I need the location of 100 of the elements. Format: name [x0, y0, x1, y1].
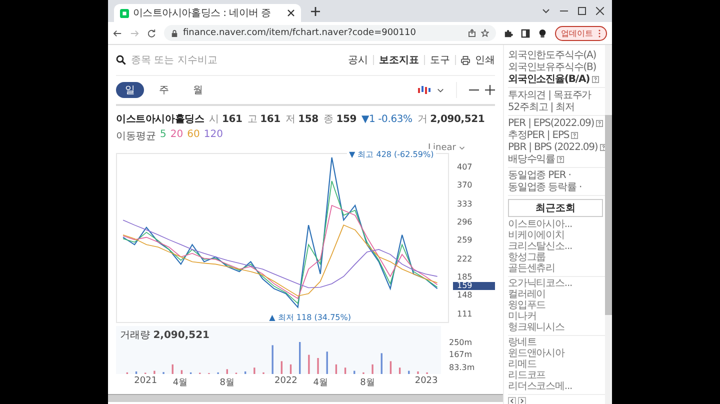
lock-icon [171, 30, 178, 36]
y-axis-label: 167m [449, 350, 474, 360]
favicon-icon [120, 8, 129, 18]
chevron-down-icon[interactable] [542, 7, 550, 15]
sidebar-item[interactable]: 추정PER | EPS [508, 128, 570, 142]
printer-icon[interactable] [461, 56, 470, 64]
recent-stock-link[interactable]: 오가닉티코스... [508, 278, 605, 289]
sidebar-item[interactable]: 투자의견 | 목표주가 [508, 88, 592, 102]
recent-stock-link[interactable]: 골든센츄리 [508, 263, 605, 274]
help-icon[interactable] [557, 156, 564, 162]
sidebar-item[interactable]: 52주최고 | 최저 [508, 100, 574, 114]
quote-field: 저 158 [285, 112, 318, 126]
candlestick-icon[interactable] [417, 85, 431, 95]
share-icon[interactable] [468, 29, 476, 37]
recent-stock-link[interactable]: 이스트아시아... [508, 219, 605, 230]
quote-field: 거 2,090,521 [417, 112, 485, 126]
sidebar-item[interactable]: 동일업종 등락률 · [508, 180, 582, 194]
recent-stock-link[interactable]: 랑네트 [508, 337, 605, 348]
x-axis-label: 2023 [414, 376, 438, 386]
moving-average-period[interactable]: 120 [204, 129, 223, 143]
recent-stock-link[interactable]: 리더스코스메... [508, 381, 605, 392]
recent-stock-link[interactable]: 미나커 [508, 311, 605, 322]
recent-stock-link[interactable]: 크리스탈신소... [508, 241, 605, 252]
toolbar-link[interactable]: 공시 [348, 53, 368, 67]
puzzle-icon[interactable] [504, 28, 513, 38]
recent-stock-link[interactable]: 리드코프 [508, 370, 605, 381]
high-price-annotation: ▼ 최고 428 (-62.59%) [347, 149, 436, 160]
zoom-in-icon[interactable] [485, 85, 495, 95]
y-axis-label: 259 [457, 236, 472, 245]
y-axis-label: 250m [449, 338, 474, 347]
sidebar-item[interactable]: PBR | BPS (2022.09) [508, 142, 598, 152]
y-axis-label: 185 [457, 272, 472, 282]
x-axis-label: 8월 [220, 377, 234, 389]
tab-title: 이스트아시아홀딩스 : 네이버 증 [133, 7, 272, 20]
recent-stock-link[interactable]: 컬러레이 [508, 289, 605, 300]
y-axis-label: 296 [457, 217, 472, 226]
help-icon[interactable] [596, 120, 604, 126]
period-tab[interactable]: 월 [184, 82, 212, 98]
recent-stock-link[interactable]: 리메드 [508, 359, 605, 370]
update-button[interactable]: 업데이트 [555, 26, 607, 40]
recent-stock-link[interactable]: 윙입푸드 [508, 300, 605, 311]
y-axis-label: 370 [457, 180, 472, 190]
caret-icon[interactable] [459, 145, 465, 151]
back-arrow-icon[interactable] [113, 28, 122, 38]
help-icon[interactable] [592, 76, 599, 82]
close-icon[interactable] [287, 9, 295, 17]
toolbar-link[interactable]: 인쇄 [475, 53, 495, 67]
sidebar-item[interactable]: 외국인보유주식수(B) [508, 60, 596, 74]
close-icon[interactable] [596, 7, 604, 15]
y-axis-label: 83.3m [449, 363, 476, 372]
recent-stock-link[interactable]: 항성그룹 [508, 252, 605, 263]
caret-icon[interactable] [437, 86, 444, 94]
sidebar-item[interactable]: 외국인한도주식수(A) [508, 48, 596, 62]
y-axis-label: 333 [457, 199, 472, 208]
x-axis-label: 4월 [172, 377, 188, 389]
period-tab[interactable]: 일 [116, 82, 144, 98]
x-axis-label: 8월 [360, 377, 375, 389]
star-icon[interactable] [481, 29, 489, 37]
toolbar-link[interactable]: 보조지표 [379, 53, 419, 67]
address-field[interactable]: finance.naver.com/item/fchart.naver?code=900110 [164, 25, 496, 41]
vertical-scrollbar[interactable] [605, 45, 612, 404]
horizontal-scrollbar[interactable] [108, 394, 503, 402]
price-change: ▼1 -0.63% [362, 114, 412, 125]
x-axis-label: 2022 [274, 376, 298, 386]
y-axis-label: 111 [457, 309, 472, 318]
y-axis-label: 222 [457, 254, 472, 264]
x-axis-label: 4월 [313, 377, 328, 389]
current-price-tag: 159 [453, 282, 495, 290]
browser-tab[interactable]: 이스트아시아홀딩스 : 네이버 증 [114, 4, 301, 22]
search-icon [116, 55, 126, 65]
low-price-annotation: ▲ 최저 118 (34.75%) [269, 312, 351, 323]
toolbar-link[interactable]: 도구 [430, 53, 450, 67]
period-tab[interactable]: 주 [150, 82, 178, 98]
next-page-icon[interactable] [518, 397, 526, 404]
help-icon[interactable] [571, 132, 578, 138]
volume-label: 거래량 2,090,521 [120, 329, 210, 342]
recent-stock-link[interactable]: 비케이에이치 [508, 230, 605, 241]
recent-stock-link[interactable]: 헝크웨니시스 [508, 322, 605, 333]
moving-average-period[interactable]: 20 [170, 129, 184, 143]
sidebar-item[interactable]: PER | EPS(2022.09) [508, 118, 594, 128]
y-axis-label: 148 [457, 290, 472, 300]
x-axis-label: 2021 [134, 376, 158, 386]
sidebar-panel-icon[interactable] [521, 28, 530, 38]
maximize-icon[interactable] [578, 7, 586, 15]
previous-page-icon[interactable] [508, 397, 516, 404]
quote-field: 종 159 [323, 112, 357, 126]
quote-field: 고 161 [247, 112, 280, 126]
sidebar-item[interactable]: 배당수익률 [508, 152, 556, 166]
reload-icon[interactable] [147, 28, 156, 38]
sidebar-item[interactable]: 동일업종 PER · [508, 168, 571, 182]
profile-icon[interactable] [538, 28, 547, 38]
moving-average-label: 이동평균 [116, 130, 156, 143]
quote-field: 시 161 [209, 112, 242, 126]
recent-stock-link[interactable]: 윈드앤아시아 [508, 348, 605, 359]
recent-views-tab[interactable]: 최근조회 [508, 199, 603, 217]
sidebar-item[interactable]: 외국인소진율(B/A) [508, 72, 590, 86]
new-tab-icon[interactable] [311, 6, 320, 16]
stock-name: 이스트아시아홀딩스 [116, 113, 204, 126]
more-options-icon[interactable] [598, 28, 601, 38]
y-axis-label: 407 [457, 162, 472, 172]
